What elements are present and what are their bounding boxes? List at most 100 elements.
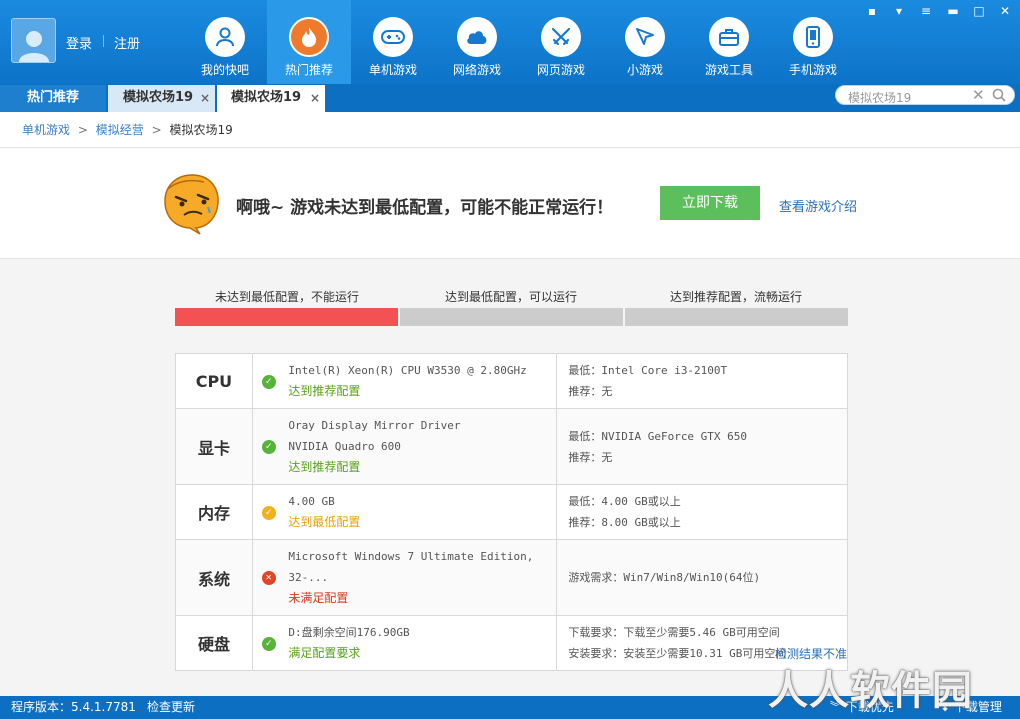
table-row-cpu: CPU ✓ Intel(R) Xeon(R) CPU W3530 @ 2.80G… (175, 353, 848, 409)
nav-hot[interactable]: 热门推荐 (267, 0, 351, 84)
nav-label: 网页游戏 (536, 63, 585, 77)
cross-icon: ✕ (261, 571, 276, 585)
login-link[interactable]: 登录 (66, 33, 92, 52)
spec-req-min: 最低：NVIDIA GeForce GTX 650 (568, 429, 748, 443)
nav-online-games[interactable]: 网络游戏 (435, 0, 519, 84)
spec-status: 满足配置要求 (288, 646, 361, 660)
breadcrumb: 单机游戏 > 模拟经营 > 模拟农场19 (0, 112, 1020, 148)
level-label-min: 达到最低配置，可以运行 (444, 290, 577, 304)
nav-label: 小游戏 (626, 63, 663, 77)
nav-label: 游戏工具 (704, 63, 753, 77)
nav-mobile-games[interactable]: 手机游戏 (771, 0, 855, 84)
flame-icon (289, 17, 329, 57)
program-version: 程序版本：5.4.1.7781 (11, 700, 136, 714)
nav-game-tools[interactable]: 游戏工具 (687, 0, 771, 84)
nav-my-kuaiba[interactable]: 我的快吧 (183, 0, 267, 84)
level-bar-recommended (625, 308, 848, 326)
user-avatar-icon (18, 31, 49, 62)
spec-name: 显卡 (175, 408, 253, 485)
spec-detail: 4.00 GB (288, 495, 335, 508)
tab-label: 模拟农场19 (123, 90, 194, 105)
close-icon[interactable]: ✕ (996, 4, 1014, 18)
tab-close-icon[interactable]: × (310, 85, 320, 111)
nav-label: 热门推荐 (284, 63, 333, 77)
breadcrumb-standalone-games[interactable]: 单机游戏 (22, 123, 70, 137)
cloud-icon (457, 17, 497, 57)
spec-detail: NVIDIA Quadro 600 (288, 440, 401, 453)
check-icon: ✓ (261, 505, 276, 520)
minimize-icon[interactable]: ▬ (944, 4, 962, 18)
breadcrumb-separator: > (77, 123, 88, 137)
tab-game-2[interactable]: 模拟农场19 × (217, 85, 325, 112)
tab-hot[interactable]: 热门推荐 (0, 85, 106, 112)
breadcrumb-simulation[interactable]: 模拟经营 (96, 123, 144, 137)
sad-face-icon (162, 171, 222, 238)
table-row-os: 系统 ✕ Microsoft Windows 7 Ultimate Editio… (175, 539, 848, 616)
check-icon: ✓ (261, 440, 276, 454)
cursor-arrow-icon (625, 17, 665, 57)
tab-label: 热门推荐 (26, 90, 79, 105)
spec-detail: D:盘剩余空间176.90GB (288, 626, 410, 639)
nav-label: 网络游戏 (452, 63, 501, 77)
spec-name: 系统 (175, 539, 253, 616)
level-label-recommended: 达到推荐配置，流畅运行 (669, 290, 802, 304)
search-input[interactable]: 模拟农场19 ✕ (835, 85, 1015, 105)
top-bar: 登录 注册 我的快吧 热门推荐 单机游戏 网络游戏 网页游戏 小游戏 游戏工具 … (0, 0, 1020, 84)
spec-req-min: 最低：4.00 GB或以上 (568, 495, 681, 508)
tab-game-1[interactable]: 模拟农场19 × (108, 85, 215, 112)
avatar[interactable] (11, 18, 56, 63)
maximize-icon[interactable]: □ (970, 4, 988, 18)
game-intro-link[interactable]: 查看游戏介绍 (779, 196, 857, 215)
download-now-button[interactable]: 立即下载 (660, 186, 760, 220)
spec-status: 达到最低配置 (288, 515, 361, 529)
spec-detail: Microsoft Windows 7 Ultimate Edition, 32… (288, 550, 534, 584)
table-row-memory: 内存 ✓ 4.00 GB 达到最低配置 最低：4.00 GB或以上 推荐：8.0… (175, 484, 848, 540)
spec-status: 达到推荐配置 (288, 384, 361, 398)
nav-label: 手机游戏 (788, 63, 837, 77)
level-bar-min (400, 308, 623, 326)
breadcrumb-current: 模拟农场19 (169, 123, 233, 137)
user-icon (205, 17, 245, 57)
breadcrumb-separator: > (151, 123, 162, 137)
spec-req-rec: 推荐：无 (568, 450, 613, 464)
shirt-icon[interactable]: ▾ (890, 4, 908, 18)
nav-standalone-games[interactable]: 单机游戏 (351, 0, 435, 84)
search-placeholder: 模拟农场19 (848, 91, 912, 105)
alert-message: 啊哦~ 游戏未达到最低配置，可能不能正常运行！ (236, 198, 614, 218)
alert-area: 啊哦~ 游戏未达到最低配置，可能不能正常运行！ 立即下载 查看游戏介绍 (0, 149, 1020, 259)
search-icon[interactable] (992, 88, 1006, 105)
spec-table: CPU ✓ Intel(R) Xeon(R) CPU W3530 @ 2.80G… (175, 353, 848, 671)
watermark: 人人软件园 (768, 668, 973, 714)
config-check-panel: 未达到最低配置，不能运行 达到最低配置，可以运行 达到推荐配置，流畅运行 CPU… (0, 259, 1020, 696)
level-bar-below-min (175, 308, 398, 326)
spec-req-rec: 推荐：无 (568, 385, 613, 398)
clear-search-icon[interactable]: ✕ (972, 86, 985, 104)
check-icon: ✓ (261, 636, 276, 651)
chat-icon[interactable]: ▪ (863, 4, 881, 18)
spec-name: 硬盘 (175, 615, 253, 671)
check-update-link[interactable]: 检查更新 (147, 696, 195, 719)
spec-req: 游戏需求：Win7/Win8/Win10(64位) (568, 571, 761, 584)
spec-req-download: 下载要求：下载至少需要5.46 GB可用空间 (568, 626, 780, 639)
table-row-gpu: 显卡 ✓ Oray Display Mirror Driver NVIDIA Q… (175, 408, 848, 485)
register-link[interactable]: 注册 (114, 33, 140, 52)
login-separator (103, 35, 104, 47)
nav-label: 我的快吧 (200, 63, 249, 77)
table-row-disk: 硬盘 ✓ D:盘剩余空间176.90GB 满足配置要求 下载要求：下载至少需要5… (175, 615, 848, 671)
nav-mini-games[interactable]: 小游戏 (603, 0, 687, 84)
level-label-below-min: 未达到最低配置，不能运行 (214, 290, 359, 304)
menu-icon[interactable]: ≡ (917, 4, 935, 18)
nav-web-games[interactable]: 网页游戏 (519, 0, 603, 84)
toolbox-icon (709, 17, 749, 57)
phone-icon (793, 17, 833, 57)
crossed-swords-icon (541, 17, 581, 57)
spec-name: 内存 (175, 484, 253, 540)
tab-close-icon[interactable]: × (200, 85, 210, 111)
spec-detail: Oray Display Mirror Driver (288, 419, 461, 432)
gamepad-icon (373, 17, 413, 57)
spec-req-min: 最低：Intel Core i3-2100T (568, 364, 728, 377)
spec-detail: Intel(R) Xeon(R) CPU W3530 @ 2.80GHz (288, 364, 527, 377)
tab-label: 模拟农场19 (231, 90, 302, 105)
spec-req-rec: 推荐：8.00 GB或以上 (568, 516, 681, 529)
spec-status: 未满足配置 (288, 591, 349, 605)
